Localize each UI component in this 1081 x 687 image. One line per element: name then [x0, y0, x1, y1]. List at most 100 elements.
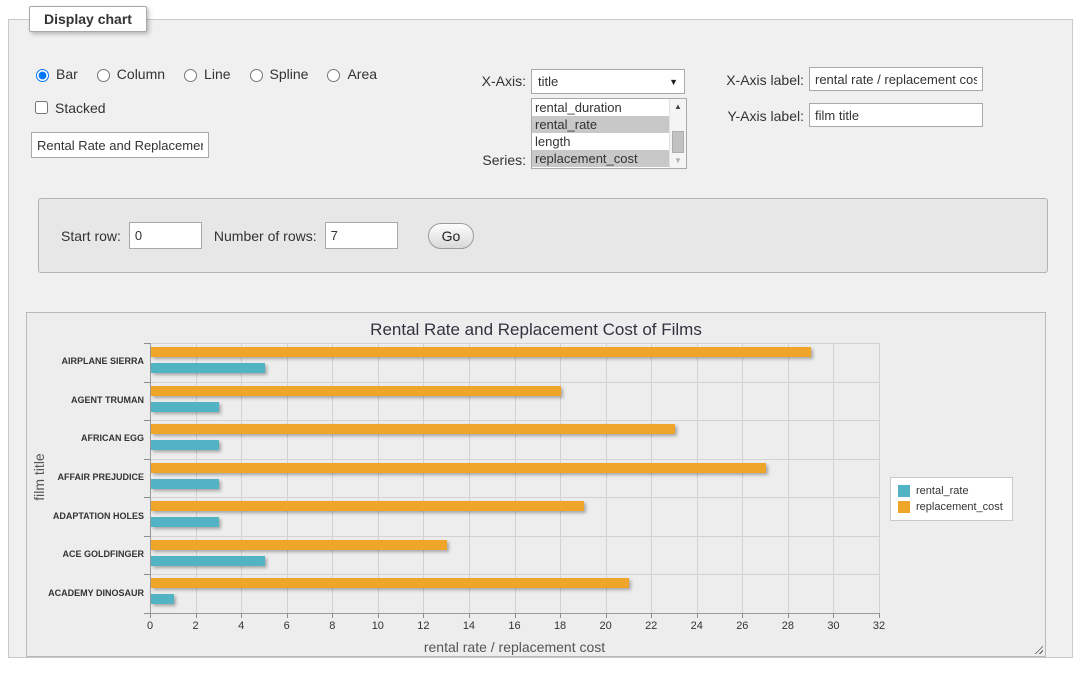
scroll-up-icon[interactable]: ▲ [670, 99, 686, 114]
gridline-x-20 [606, 343, 607, 613]
chart-type-radio-column[interactable] [97, 69, 110, 82]
start-row-label: Start row: [61, 228, 121, 244]
y-axis-title: film title [31, 407, 47, 547]
x-tick-label-32: 32 [864, 620, 894, 632]
gridline-cat-3 [150, 459, 879, 460]
gridline-x-10 [378, 343, 379, 613]
chart-type-label-column: Column [117, 66, 165, 82]
bar-rental_rate-6 [151, 594, 174, 604]
series-option-rental_duration[interactable]: rental_duration [532, 99, 669, 116]
chart-type-radio-line[interactable] [184, 69, 197, 82]
gridline-x-30 [833, 343, 834, 613]
xaxis-select[interactable]: title ▼ [531, 69, 685, 94]
xaxis-selected-value: title [538, 74, 558, 89]
category-label-6: ACADEMY DINOSAUR [40, 588, 144, 598]
legend-label-rental_rate: rental_rate [916, 485, 969, 497]
chart-type-label-area: Area [347, 66, 377, 82]
bar-replacement_cost-0 [151, 347, 811, 357]
num-rows-label: Number of rows: [214, 228, 317, 244]
x-tick-label-22: 22 [636, 620, 666, 632]
gridline-x-32 [879, 343, 880, 613]
bar-replacement_cost-6 [151, 578, 629, 588]
category-label-3: AFFAIR PREJUDICE [40, 472, 144, 482]
scrollbar-thumb[interactable] [672, 131, 684, 153]
legend-label-replacement_cost: replacement_cost [916, 501, 1003, 513]
series-option-length[interactable]: length [532, 133, 669, 150]
series-option-rental_rate[interactable]: rental_rate [532, 116, 669, 133]
go-button[interactable]: Go [428, 223, 475, 249]
gridline-x-14 [469, 343, 470, 613]
bar-rental_rate-5 [151, 556, 265, 566]
bar-replacement_cost-5 [151, 540, 447, 550]
gridline-x-26 [742, 343, 743, 613]
chart-type-label-spline: Spline [270, 66, 309, 82]
stacked-row: Stacked [31, 98, 116, 117]
yaxis-caption-input[interactable] [809, 103, 983, 127]
bar-replacement_cost-3 [151, 463, 766, 473]
gridline-cat-2 [150, 420, 879, 421]
series-options: rental_durationrental_ratelengthreplacem… [532, 99, 669, 168]
stacked-label: Stacked [55, 100, 106, 116]
display-chart-fieldset: Display chart BarColumnLineSplineArea St… [8, 6, 1073, 658]
series-multiselect[interactable]: rental_durationrental_ratelengthreplacem… [531, 98, 687, 169]
x-tick-label-8: 8 [317, 620, 347, 632]
x-axis-title: rental rate / replacement cost [150, 639, 879, 655]
gridline-x-18 [560, 343, 561, 613]
gridline-x-4 [241, 343, 242, 613]
gridline-cat-4 [150, 497, 879, 498]
gridline-cat-1 [150, 382, 879, 383]
bar-rental_rate-3 [151, 479, 219, 489]
x-tick-label-20: 20 [591, 620, 621, 632]
x-tickmark-32 [879, 613, 880, 618]
gridline-cat-6 [150, 574, 879, 575]
chart-type-radio-bar[interactable] [36, 69, 49, 82]
legend-swatch-replacement_cost [898, 501, 910, 513]
x-tick-label-2: 2 [181, 620, 211, 632]
bar-replacement_cost-1 [151, 386, 561, 396]
gridline-x-22 [651, 343, 652, 613]
category-label-0: AIRPLANE SIERRA [40, 356, 144, 366]
chart-title-input[interactable] [31, 132, 209, 158]
resize-grip[interactable] [1032, 643, 1043, 654]
category-label-1: AGENT TRUMAN [40, 395, 144, 405]
chart-type-radio-group: Bar Column Line Spline Area [31, 66, 387, 82]
xaxis-select-label: X-Axis: [429, 73, 526, 89]
category-label-2: AFRICAN EGG [40, 433, 144, 443]
bar-rental_rate-4 [151, 517, 219, 527]
legend-item-rental_rate[interactable]: rental_rate [898, 483, 1003, 499]
x-tick-label-10: 10 [363, 620, 393, 632]
x-tick-label-12: 12 [408, 620, 438, 632]
x-axis-line [150, 613, 879, 614]
gridline-x-12 [423, 343, 424, 613]
gridline-cat-5 [150, 536, 879, 537]
gridline-x-24 [697, 343, 698, 613]
chart-type-label-bar: Bar [56, 66, 78, 82]
chart-type-label-line: Line [204, 66, 230, 82]
bar-rental_rate-1 [151, 402, 219, 412]
category-label-4: ADAPTATION HOLES [40, 511, 144, 521]
legend-swatch-rental_rate [898, 485, 910, 497]
series-scrollbar[interactable]: ▲ ▼ [669, 99, 686, 168]
legend-item-replacement_cost[interactable]: replacement_cost [898, 499, 1003, 515]
stacked-checkbox[interactable] [35, 101, 48, 114]
yaxis-caption-label: Y-Axis label: [699, 108, 804, 124]
chart-type-radio-area[interactable] [327, 69, 340, 82]
xaxis-caption-input[interactable] [809, 67, 983, 91]
series-option-replacement_cost[interactable]: replacement_cost [532, 150, 669, 167]
chart-title: Rental Rate and Replacement Cost of Film… [27, 320, 1045, 340]
x-tick-label-26: 26 [727, 620, 757, 632]
x-tick-label-14: 14 [454, 620, 484, 632]
scroll-down-icon[interactable]: ▼ [670, 153, 686, 168]
x-tick-label-18: 18 [545, 620, 575, 632]
x-tick-label-0: 0 [135, 620, 165, 632]
gridline-x-6 [287, 343, 288, 613]
bar-replacement_cost-4 [151, 501, 584, 511]
start-row-input[interactable] [129, 222, 202, 249]
chevron-down-icon: ▼ [669, 77, 678, 87]
chart-type-radio-spline[interactable] [250, 69, 263, 82]
bar-rental_rate-2 [151, 440, 219, 450]
x-tick-label-6: 6 [272, 620, 302, 632]
gridline-x-16 [515, 343, 516, 613]
num-rows-input[interactable] [325, 222, 398, 249]
gridline-cat-0 [150, 343, 879, 344]
